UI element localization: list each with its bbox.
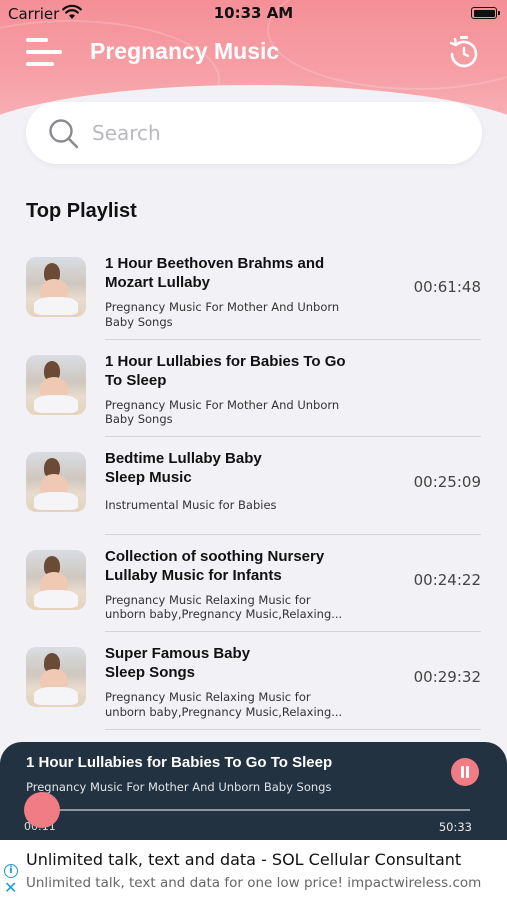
track-subtitle: Pregnancy Music Relaxing Music for unbor… [105,592,343,622]
track-subtitle: Pregnancy Music For Mother And Unborn Ba… [105,397,340,427]
track-thumbnail [26,452,86,512]
search-icon [49,119,79,149]
search-bar[interactable] [26,102,482,164]
track-thumbnail [26,549,86,610]
player-track-title: 1 Hour Lullabies for Babies To Go To Sle… [26,754,333,771]
playlist-item[interactable]: Super Famous Baby Sleep Songs Pregnancy … [0,632,507,730]
track-duration: 00:24:22 [413,570,481,589]
track-thumbnail [26,257,86,317]
playlist-item[interactable]: 1 Hour Beethoven Brahms and Mozart Lulla… [0,242,507,340]
ad-close-icon[interactable]: ✕ [4,880,17,896]
total-time: 50:33 [438,820,472,834]
divider [105,728,481,730]
playlist-item[interactable]: Collection of soothing Nursery Lullaby M… [0,535,507,632]
ad-info-icon[interactable]: i [4,864,18,878]
playlist-item[interactable]: 1 Hour Lullabies for Babies To Go To Sle… [0,340,507,437]
battery-icon [471,7,500,19]
track-thumbnail [26,354,86,415]
status-bar: Carrier 10:33 AM [0,0,507,28]
track-subtitle: Instrumental Music for Babies [105,498,277,512]
clock: 10:33 AM [213,4,294,22]
now-playing-equalizer-icon [459,373,481,396]
track-title: 1 Hour Lullabies for Babies To Go To Sle… [105,352,346,389]
progress-track[interactable] [26,809,470,811]
track-title: Collection of soothing Nursery Lullaby M… [105,547,325,584]
player-track-subtitle: Pregnancy Music For Mother And Unborn Ba… [26,780,332,794]
track-subtitle: Pregnancy Music Relaxing Music for unbor… [105,690,343,719]
app-title: Pregnancy Music [90,38,280,64]
search-input[interactable] [92,114,462,152]
track-duration: 00:25:09 [413,473,481,491]
section-title: Top Playlist [26,200,137,222]
track-subtitle: Pregnancy Music For Mother And Unborn Ba… [105,300,340,329]
hamburger-menu-icon[interactable] [26,36,62,68]
track-title: Super Famous Baby Sleep Songs [105,645,251,681]
playlist-item[interactable]: Bedtime Lullaby Baby Sleep Music Instrum… [0,437,507,535]
timer-icon[interactable] [446,34,482,70]
track-duration: 00:61:48 [413,278,481,296]
track-thumbnail [26,647,86,707]
track-title: 1 Hour Beethoven Brahms and Mozart Lulla… [105,255,325,291]
track-duration: 00:29:32 [413,668,481,686]
ad-title: Unlimited talk, text and data - SOL Cell… [26,850,462,869]
track-title: Bedtime Lullaby Baby Sleep Music [105,450,262,486]
ad-banner[interactable]: i ✕ Unlimited talk, text and data - SOL … [0,840,507,900]
progress-slider-knob[interactable] [24,792,60,828]
pause-button[interactable] [451,758,479,786]
playlist: 1 Hour Beethoven Brahms and Mozart Lulla… [0,242,507,730]
mini-player[interactable]: 1 Hour Lullabies for Babies To Go To Sle… [0,742,507,840]
ad-description: Unlimited talk, text and data for one lo… [26,875,482,891]
